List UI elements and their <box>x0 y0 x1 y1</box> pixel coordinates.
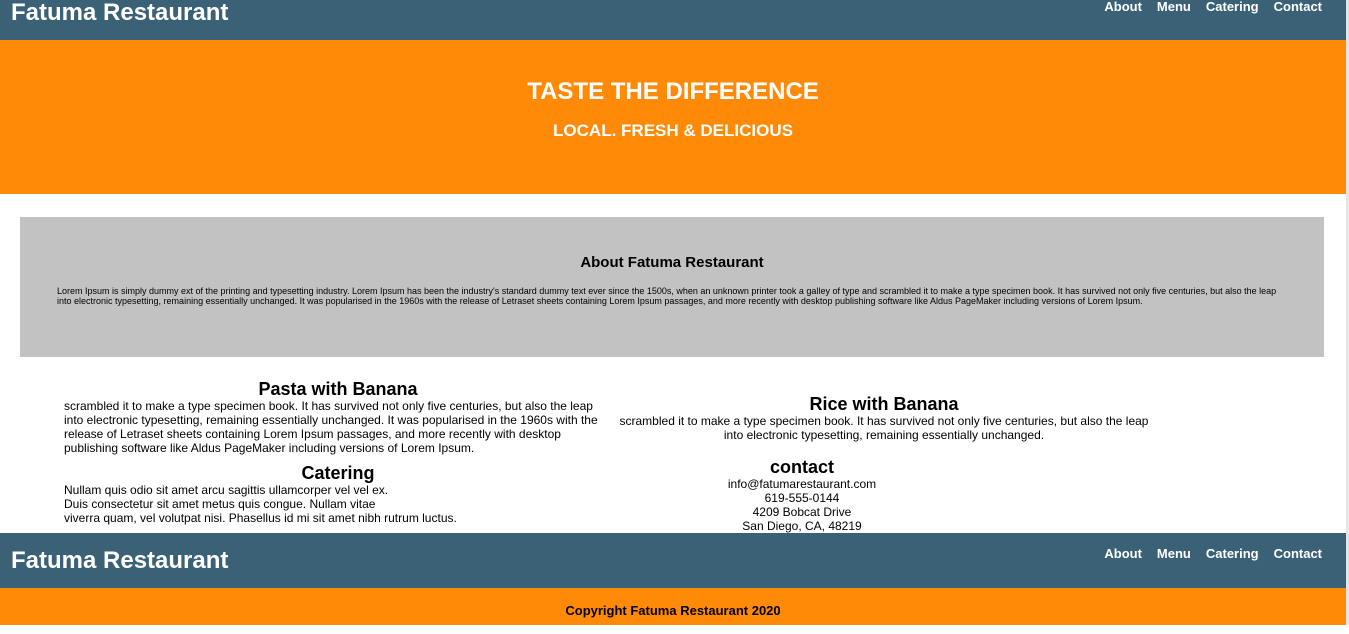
nav-link-catering[interactable]: Catering <box>1206 0 1259 13</box>
footer-link-contact[interactable]: Contact <box>1274 547 1322 560</box>
about-section: About Fatuma Restaurant Lorem Ipsum is s… <box>20 217 1324 357</box>
copyright-bar: Copyright Fatuma Restaurant 2020 <box>0 588 1346 625</box>
pasta-heading: Pasta with Banana <box>258 379 418 399</box>
catering-line-1: Nullam quis odio sit amet arcu sagittis … <box>64 483 389 497</box>
catering-section: Catering Nullam quis odio sit amet arcu … <box>64 463 612 525</box>
contact-heading: contact <box>769 457 834 477</box>
footer-link-about[interactable]: About <box>1104 547 1142 560</box>
copyright-text: Copyright Fatuma Restaurant 2020 <box>565 603 781 618</box>
contact-email: info@fatumarestaurant.com <box>727 477 877 491</box>
hero-banner: TASTE THE DIFFERENCE LOCAL. FRESH & DELI… <box>0 40 1346 194</box>
rice-heading: Rice with Banana <box>809 394 959 414</box>
rice-section: Rice with Banana scrambled it to make a … <box>614 394 1154 442</box>
top-nav: About Menu Catering Contact <box>1104 0 1322 13</box>
contact-city: San Diego, CA, 48219 <box>742 519 862 533</box>
footer-brand[interactable]: Fatuma Restaurant <box>11 548 228 574</box>
footer-link-menu[interactable]: Menu <box>1157 547 1191 560</box>
catering-line-3: viverra quam, vel volutpat nisi. Phasell… <box>64 511 457 525</box>
pasta-section: Pasta with Banana scrambled it to make a… <box>64 379 612 455</box>
hero-subtitle: LOCAL. FRESH & DELICIOUS <box>553 121 793 140</box>
hero-title: TASTE THE DIFFERENCE <box>527 78 819 105</box>
footer-nav: About Menu Catering Contact <box>1104 547 1322 560</box>
contact-street: 4209 Bobcat Drive <box>752 505 852 519</box>
top-navbar: Fatuma Restaurant About Menu Catering Co… <box>0 0 1346 40</box>
catering-line-2: Duis consectetur sit amet metus quis con… <box>64 497 376 511</box>
contact-phone: 619-555-0144 <box>764 491 840 505</box>
about-heading: About Fatuma Restaurant <box>580 254 764 271</box>
nav-link-about[interactable]: About <box>1104 0 1142 13</box>
site-brand[interactable]: Fatuma Restaurant <box>11 0 228 26</box>
about-body: Lorem Ipsum is simply dummy ext of the p… <box>57 286 1277 306</box>
contact-section: contact info@fatumarestaurant.com 619-55… <box>612 457 992 533</box>
pasta-body: scrambled it to make a type specimen boo… <box>64 399 598 455</box>
catering-heading: Catering <box>301 463 375 483</box>
footer-link-catering[interactable]: Catering <box>1206 547 1259 560</box>
footer-navbar: Fatuma Restaurant About Menu Catering Co… <box>0 533 1346 588</box>
nav-link-contact[interactable]: Contact <box>1274 0 1322 13</box>
rice-body: scrambled it to make a type specimen boo… <box>619 414 1149 442</box>
nav-link-menu[interactable]: Menu <box>1157 0 1191 13</box>
